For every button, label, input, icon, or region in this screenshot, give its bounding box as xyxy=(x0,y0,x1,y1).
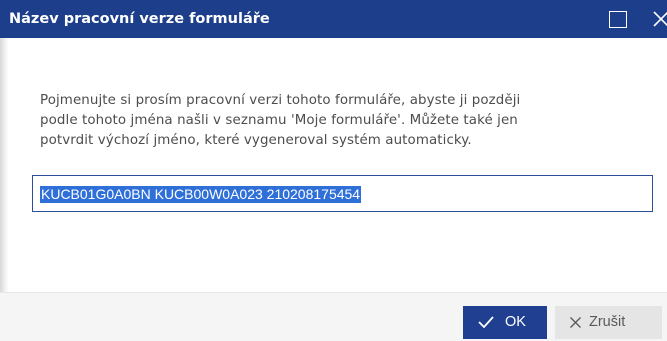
dialog-title-bar[interactable]: Název pracovní verze formuláře xyxy=(0,0,667,38)
name-draft-dialog: Název pracovní verze formuláře Pojmenujt… xyxy=(0,0,667,341)
message-line: potvrdit výchozí jméno, které vygenerova… xyxy=(40,133,472,148)
x-icon xyxy=(570,317,581,328)
close-icon-glyph xyxy=(653,11,667,27)
cancel-button-label: Zrušit xyxy=(589,314,626,330)
maximize-icon[interactable] xyxy=(609,11,627,28)
draft-name-input[interactable]: KUCB01G0A0BN KUCB00W0A023 210208175454 xyxy=(32,175,653,212)
ok-button[interactable]: OK xyxy=(463,306,547,339)
message-line: podle tohoto jména našli v seznamu 'Moje… xyxy=(40,113,518,128)
dialog-title: Název pracovní verze formuláře xyxy=(9,11,270,27)
cancel-button[interactable]: Zrušit xyxy=(555,306,662,339)
draft-name-value: KUCB01G0A0BN KUCB00W0A023 210208175454 xyxy=(40,186,362,203)
close-icon[interactable] xyxy=(648,4,667,34)
ok-button-label: OK xyxy=(505,314,526,330)
message-line: Pojmenujte si prosím pracovní verzi toho… xyxy=(40,93,521,108)
checkmark-icon xyxy=(478,316,494,328)
dialog-message: Pojmenujte si prosím pracovní verzi toho… xyxy=(40,91,640,151)
